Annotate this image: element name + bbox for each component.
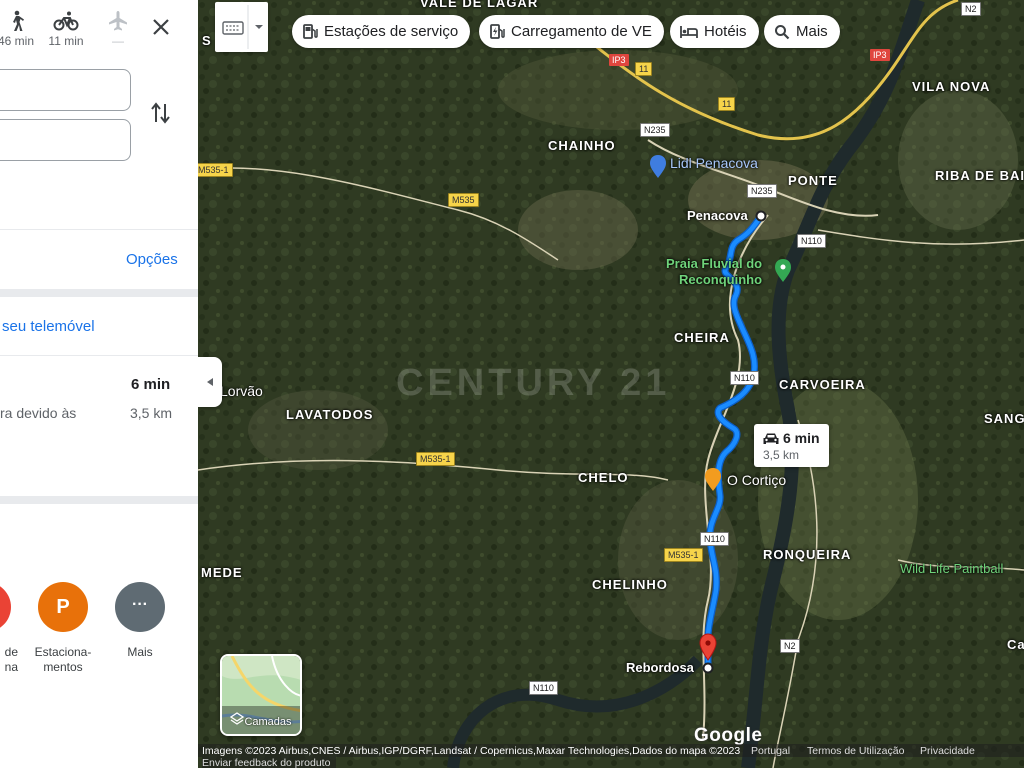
poi-paintball[interactable]: Wild Life Paintball	[900, 561, 1003, 577]
parking-icon: P	[56, 596, 70, 618]
callout-distance: 3,5 km	[763, 448, 800, 462]
nearby-more-button[interactable]: ···	[115, 582, 165, 632]
end-place-label[interactable]: Rebordosa	[626, 660, 694, 675]
close-icon[interactable]	[148, 14, 174, 40]
nearby-parking-button[interactable]: P	[38, 582, 88, 632]
route-note: ra devido às	[0, 405, 77, 421]
nearby-more-label: Mais	[127, 645, 153, 659]
send-to-phone-link[interactable]: seu telemóvel	[2, 318, 95, 335]
separator	[0, 355, 198, 356]
hotel-icon	[680, 25, 698, 38]
origin-field[interactable]	[0, 69, 131, 111]
collapse-panel-button[interactable]	[198, 357, 222, 407]
ev-charging-icon	[490, 24, 505, 39]
route-time: 6 min	[131, 376, 171, 393]
area-label: Lorvão	[220, 383, 263, 399]
road-shield: N110	[529, 681, 558, 695]
terms-link[interactable]: Termos de Utilização	[807, 745, 904, 757]
swap-icon[interactable]	[150, 101, 172, 125]
watermark: CENTURY 21	[396, 362, 671, 404]
area-label: CARVOEIRA	[779, 377, 866, 392]
directions-panel: 46 min 11 min — Opções seu telemóvel 6 m…	[0, 0, 198, 768]
area-label: CHELO	[578, 470, 629, 485]
chip-ev-charging[interactable]: Carregamento de VE	[479, 15, 664, 48]
poi-lidl[interactable]: Lidl Penacova	[670, 155, 758, 171]
start-place-label[interactable]: Penacova	[687, 208, 748, 223]
walk-time: 46 min	[0, 34, 35, 48]
car-icon	[763, 433, 779, 444]
layers-button[interactable]: Camadas	[220, 654, 302, 736]
road-shield: IP3	[870, 49, 890, 61]
road-shield: N2	[780, 639, 800, 653]
area-label: CHEIRA	[674, 330, 730, 345]
chip-gas-stations[interactable]: Estações de serviço	[292, 15, 471, 48]
area-label: SANG	[984, 411, 1024, 426]
bicycle-icon	[53, 11, 79, 31]
area-label: VALE DE LAGAR	[420, 0, 539, 10]
area-label: Ca	[1007, 637, 1024, 652]
country-link[interactable]: Portugal	[751, 745, 790, 757]
imagery-attribution: Imagens ©2023 Airbus,CNES / Airbus,IGP/D…	[202, 745, 741, 757]
road-shield: IP3	[609, 54, 629, 66]
feedback-link[interactable]: Enviar feedback do produto	[202, 757, 337, 768]
nearby-parking-label: Estaciona- mentos	[34, 645, 92, 674]
privacy-link[interactable]: Privacidade	[920, 745, 975, 757]
road-shield: 11	[718, 97, 736, 111]
map-footer: Imagens ©2023 Airbus,CNES / Airbus,IGP/D…	[198, 744, 1024, 768]
road-shield: N110	[700, 532, 729, 546]
bicycle-time: 11 min	[48, 34, 84, 48]
search-icon	[775, 24, 790, 39]
travel-mode-bicycle[interactable]: 11 min	[46, 10, 86, 48]
travel-mode-walk[interactable]: 46 min	[0, 10, 36, 48]
area-label: CHELINHO	[592, 577, 668, 592]
road-shield: N110	[797, 234, 826, 248]
road-shield: M535-1	[416, 452, 455, 466]
area-label: MEDE	[201, 565, 243, 580]
poi-cortico[interactable]: O Cortiço	[727, 472, 786, 488]
area-label: S	[202, 33, 212, 48]
road-shield: M535	[448, 193, 479, 207]
area-label: VILA NOVA	[912, 79, 991, 94]
flight-time: —	[112, 34, 124, 48]
area-label: LAVATODOS	[286, 407, 374, 422]
road-shield: M535-1	[198, 163, 233, 177]
road-shield: N235	[640, 123, 670, 137]
callout-time: 6 min	[783, 430, 820, 446]
road-shield: N110	[730, 371, 759, 385]
area-label: RONQUEIRA	[763, 547, 852, 562]
chip-more[interactable]: Mais	[764, 15, 840, 48]
road-shield: N235	[747, 184, 777, 198]
road-shield: 11	[635, 62, 653, 76]
route-callout[interactable]: 6 min 3,5 km	[754, 424, 829, 467]
area-label: PONTE	[788, 173, 838, 188]
section-divider	[0, 496, 198, 504]
gas-station-icon	[303, 24, 318, 39]
section-divider	[0, 289, 198, 297]
poi-praia[interactable]: Praia Fluvial do Reconquinho	[666, 256, 762, 288]
area-label: RIBA DE BAI	[935, 168, 1024, 183]
destination-field[interactable]	[0, 119, 131, 161]
road-shield: M535-1	[664, 548, 703, 562]
keyboard-icon	[222, 5, 263, 49]
walk-icon	[13, 10, 24, 31]
nearby-gas-button[interactable]	[0, 582, 11, 632]
separator	[0, 229, 198, 230]
road-shield: N2	[961, 2, 981, 16]
chip-hotels[interactable]: Hotéis	[670, 15, 759, 48]
area-label: CHAINHO	[548, 138, 616, 153]
travel-mode-flight[interactable]: —	[98, 10, 138, 48]
satellite-map[interactable]: VALE DE LAGAR VILA NOVA CHAINHO PONTE RI…	[198, 0, 1024, 768]
input-tools-button[interactable]	[215, 2, 268, 52]
airplane-icon	[109, 11, 127, 31]
nearby-gas-label: de na	[4, 645, 18, 674]
route-distance: 3,5 km	[130, 405, 173, 421]
chevron-left-icon	[207, 378, 213, 386]
options-button[interactable]: Opções	[126, 251, 178, 268]
more-icon: ···	[132, 596, 148, 613]
layers-label: Camadas	[244, 716, 292, 728]
